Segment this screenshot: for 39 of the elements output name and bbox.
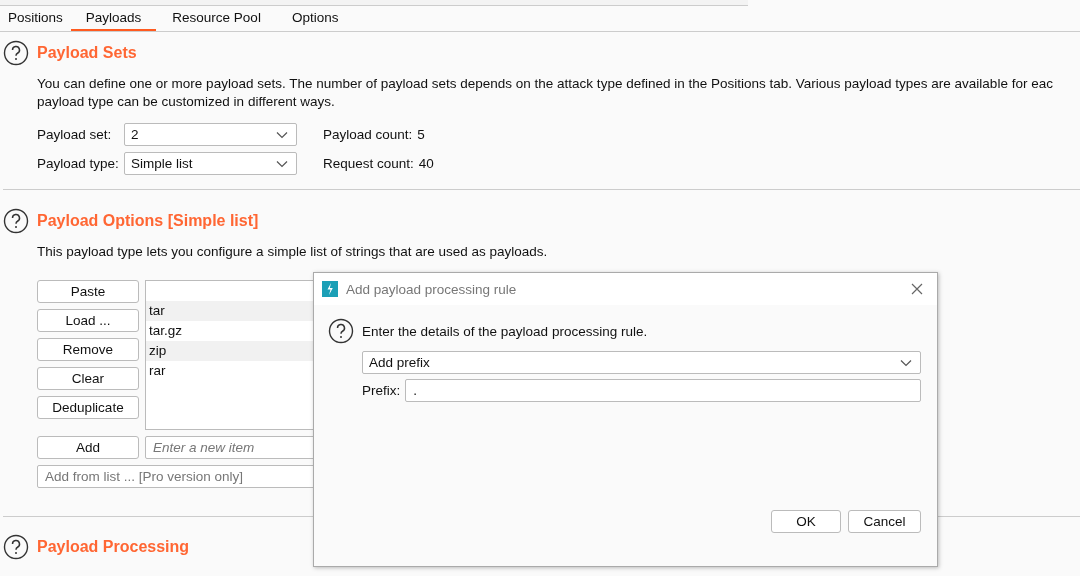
lightning-icon (322, 281, 338, 297)
tab[interactable]: Options (276, 6, 354, 31)
list-button[interactable]: Remove (37, 338, 139, 361)
section-title: Payload Sets (37, 44, 137, 62)
list-button[interactable]: Clear (37, 367, 139, 390)
chevron-down-icon (276, 130, 288, 139)
field-label: Payload type: (37, 156, 120, 171)
list-button[interactable]: Deduplicate (37, 396, 139, 419)
dialog-title: Add payload processing rule (346, 281, 518, 297)
field-label: Payload set: (37, 127, 113, 142)
help-icon[interactable] (3, 208, 29, 234)
count-label: Payload count: (323, 127, 413, 142)
tab[interactable]: Resource Pool (157, 6, 276, 31)
dropdown[interactable]: 2 (124, 123, 297, 146)
chevron-down-icon (276, 159, 288, 168)
add-button[interactable]: Add (37, 436, 139, 459)
dialog-button[interactable]: Cancel (848, 510, 921, 533)
rule-type-dropdown[interactable]: Add prefix (362, 351, 921, 374)
section-title: Payload Processing (37, 538, 190, 556)
list-button[interactable]: Load ... (37, 309, 139, 332)
description: This payload type lets you configure a simple list of strings that are used as payloads. (37, 243, 549, 261)
field-label: Prefix: (362, 383, 401, 398)
count-value: 40 (418, 156, 434, 171)
count-label: Request count: (323, 156, 414, 171)
dialog-button[interactable]: OK (771, 510, 841, 533)
prefix-field[interactable]: . (405, 379, 921, 402)
help-icon[interactable] (3, 40, 29, 66)
help-icon[interactable] (3, 534, 29, 560)
tab[interactable]: Payloads (70, 6, 157, 31)
description: You can define one or more payload sets. The number of payload sets depends on the attack type defined in the Positions tab. Various payload types are available for eac payload type can be customized in different ways. (37, 75, 1054, 111)
dialog-message: Enter the details of the payload processing rule. (362, 323, 648, 339)
tab[interactable]: Positions (0, 6, 71, 31)
help-icon[interactable] (328, 318, 354, 344)
count-value: 5 (417, 127, 425, 142)
section-title: Payload Options [Simple list] (37, 212, 259, 230)
close-icon (911, 283, 923, 295)
chevron-down-icon (900, 358, 912, 367)
list-button[interactable]: Paste (37, 280, 139, 303)
dropdown[interactable]: Simple list (124, 152, 297, 175)
